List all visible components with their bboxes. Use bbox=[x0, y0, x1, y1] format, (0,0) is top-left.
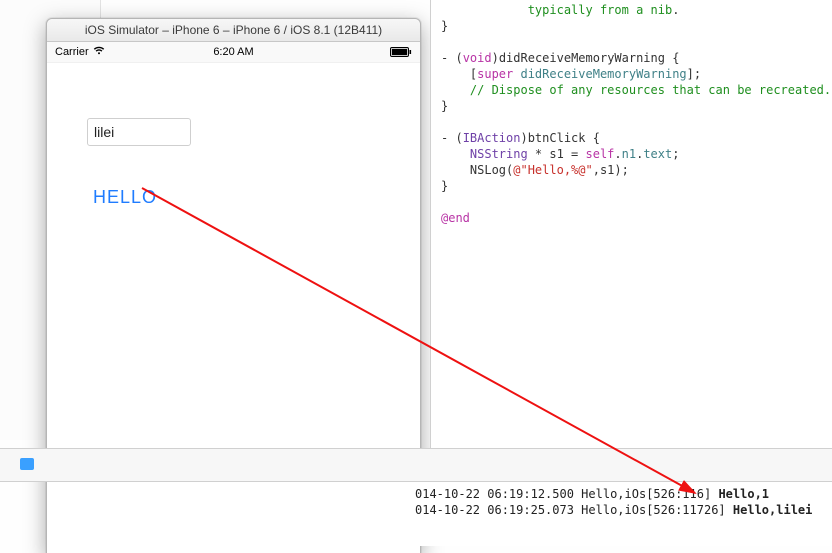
debug-toolbar[interactable] bbox=[0, 448, 832, 482]
code-token-ibaction: IBAction bbox=[463, 131, 521, 145]
code-token bbox=[441, 147, 470, 161]
name-field[interactable] bbox=[87, 118, 191, 146]
code-token-nsstring: NSString bbox=[470, 147, 528, 161]
code-token-self: self bbox=[586, 147, 615, 161]
code-token: - ( bbox=[441, 51, 463, 65]
console-line: 014-10-22 06:19:25.073 Hello,iOs[526:117… bbox=[415, 503, 812, 517]
code-token: NSLog( bbox=[441, 163, 513, 177]
status-time: 6:20 AM bbox=[47, 46, 420, 58]
breakpoint-indicator-icon[interactable] bbox=[20, 458, 34, 470]
code-token: . bbox=[672, 3, 679, 17]
code-line: typically from a nib bbox=[441, 3, 672, 17]
code-line: } bbox=[441, 179, 448, 193]
code-string: "Hello,%@" bbox=[520, 163, 592, 177]
debug-console[interactable]: 014-10-22 06:19:12.500 Hello,iOs[526:116… bbox=[415, 482, 832, 546]
code-token: text bbox=[643, 147, 672, 161]
code-token: [ bbox=[441, 67, 477, 81]
simulator-titlebar[interactable]: iOS Simulator – iPhone 6 – iPhone 6 / iO… bbox=[47, 19, 420, 42]
code-line: } bbox=[441, 99, 448, 113]
code-token: - ( bbox=[441, 131, 463, 145]
code-token: ; bbox=[672, 147, 679, 161]
simulator-status-bar: Carrier 6:20 AM bbox=[47, 42, 420, 63]
code-token-super: super bbox=[477, 67, 513, 81]
code-token-end: @end bbox=[441, 211, 470, 225]
code-comment: // Dispose of any resources that can be … bbox=[441, 83, 831, 97]
code-token: * s1 = bbox=[528, 147, 586, 161]
console-line: 014-10-22 06:19:12.500 Hello,iOs[526:116… bbox=[415, 487, 769, 501]
hello-button[interactable]: HELLO bbox=[93, 187, 157, 208]
code-line: } bbox=[441, 19, 448, 33]
code-editor[interactable]: typically from a nib. } - (void)didRecei… bbox=[430, 0, 832, 452]
code-token: ,s1); bbox=[593, 163, 629, 177]
code-token: . bbox=[614, 147, 621, 161]
code-token: didReceiveMemoryWarning bbox=[513, 67, 686, 81]
code-token: )didReceiveMemoryWarning { bbox=[492, 51, 680, 65]
code-token: n1 bbox=[622, 147, 636, 161]
code-token: ]; bbox=[687, 67, 701, 81]
code-token-void: void bbox=[463, 51, 492, 65]
code-token: )btnClick { bbox=[520, 131, 599, 145]
